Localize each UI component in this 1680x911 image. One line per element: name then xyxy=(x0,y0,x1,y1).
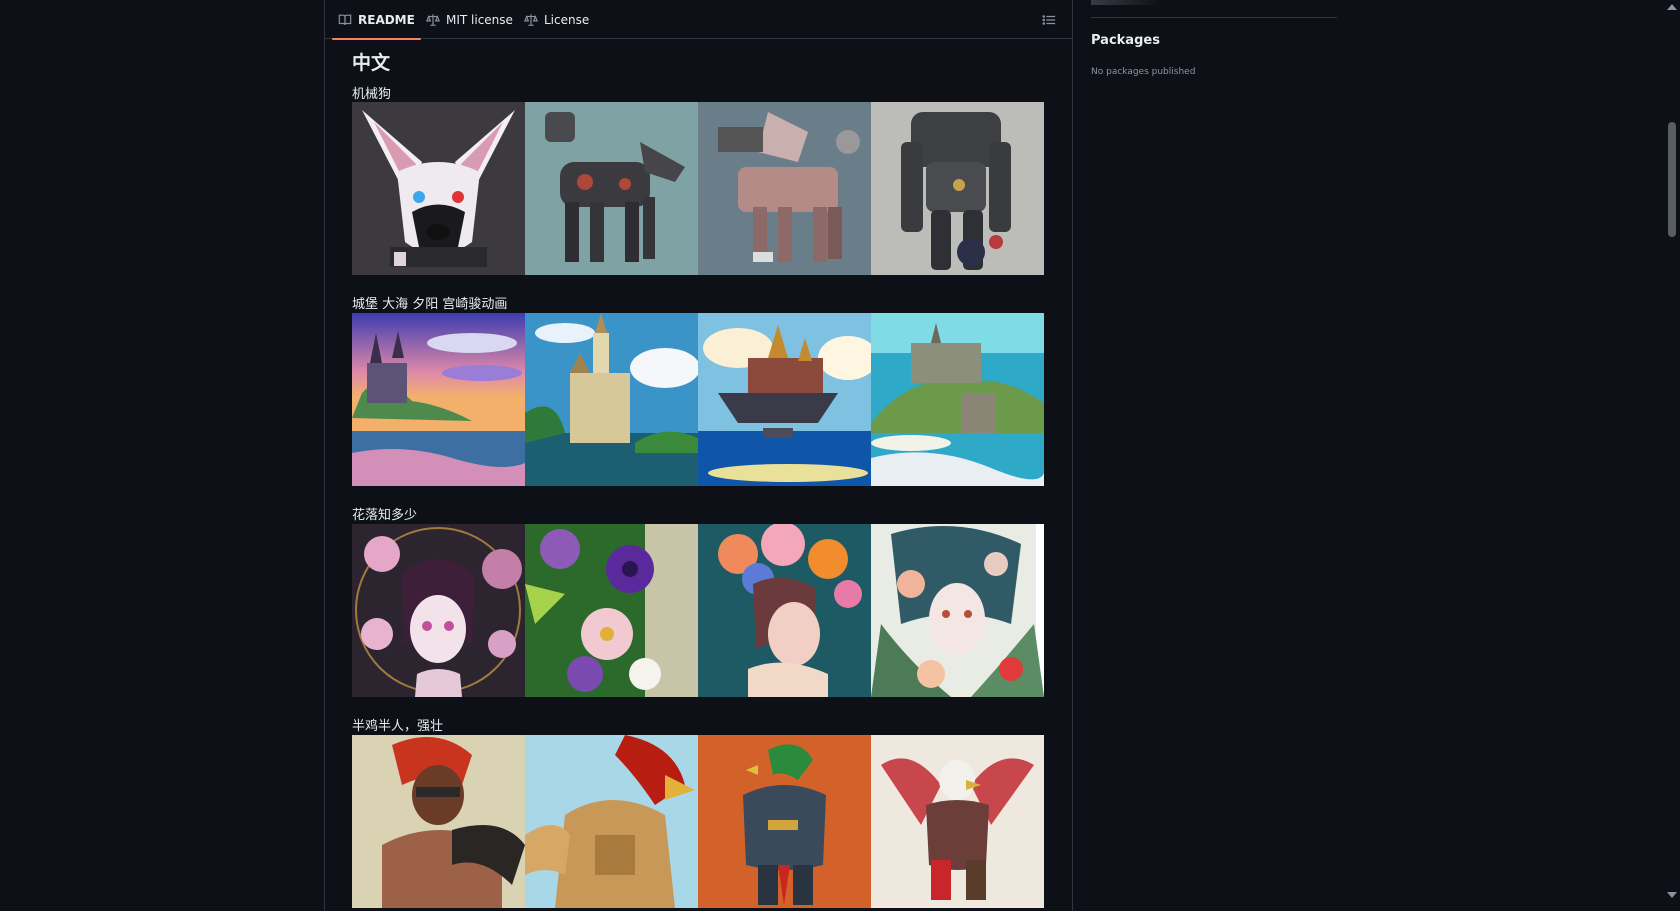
tab-license-label: License xyxy=(544,12,590,27)
table-of-contents-button[interactable] xyxy=(1042,12,1056,26)
flower-bouquet-image[interactable] xyxy=(525,524,698,697)
image-row-castle xyxy=(352,313,1044,486)
robot-dog-face-image[interactable] xyxy=(352,102,525,275)
repo-sidebar: Packages No packages published xyxy=(1091,0,1337,911)
page-scrollbar[interactable] xyxy=(1663,0,1680,911)
sidebar-divider xyxy=(1091,17,1337,18)
image-row-chicken xyxy=(352,735,1044,908)
tab-readme[interactable]: README xyxy=(332,0,421,40)
scroll-thumb[interactable] xyxy=(1668,122,1676,237)
sidebar-truncated-text xyxy=(1091,0,1161,5)
tab-license[interactable]: License xyxy=(524,0,589,39)
castle-sea-image[interactable] xyxy=(525,313,698,486)
tab-mit-license-label: MIT license xyxy=(446,12,513,27)
law-icon xyxy=(426,13,440,26)
readme-heading: 中文 xyxy=(352,52,391,74)
scroll-down-arrow-icon[interactable] xyxy=(1667,892,1677,898)
castle-sunset-image[interactable] xyxy=(352,313,525,486)
flower-girl-teal-image[interactable] xyxy=(871,524,1044,697)
flower-girl-purple-image[interactable] xyxy=(352,524,525,697)
law-icon xyxy=(524,13,538,26)
chicken-warrior-4-image[interactable] xyxy=(871,735,1044,908)
list-unordered-icon xyxy=(1042,15,1056,25)
readme-tabbar: README MIT license License xyxy=(325,0,1072,40)
robot-dog-standing-image[interactable] xyxy=(871,102,1044,275)
castle-cliff-image[interactable] xyxy=(698,313,871,486)
chicken-warrior-3-image[interactable] xyxy=(698,735,871,908)
flower-girl-orange-image[interactable] xyxy=(698,524,871,697)
section-label-chicken: 半鸡半人，强壮 xyxy=(352,719,444,734)
castle-coast-image[interactable] xyxy=(871,313,1044,486)
tab-readme-label: README xyxy=(358,12,415,27)
tab-mit-license[interactable]: MIT license xyxy=(426,0,513,39)
chicken-warrior-1-image[interactable] xyxy=(352,735,525,908)
image-row-robot-dog xyxy=(352,102,1044,275)
packages-empty-text: No packages published xyxy=(1091,67,1196,77)
section-label-robot-dog: 机械狗 xyxy=(352,87,392,102)
readme-panel: README MIT license License 中文 机械狗 城堡 大海 xyxy=(324,0,1073,911)
section-label-castle: 城堡 大海 夕阳 宫崎骏动画 xyxy=(352,297,508,312)
scroll-up-arrow-icon[interactable] xyxy=(1667,4,1677,10)
packages-heading[interactable]: Packages xyxy=(1091,33,1160,48)
book-icon xyxy=(338,14,352,25)
image-row-flowers xyxy=(352,524,1044,697)
robot-dog-side-image[interactable] xyxy=(525,102,698,275)
chicken-warrior-2-image[interactable] xyxy=(525,735,698,908)
section-label-flowers: 花落知多少 xyxy=(352,508,418,523)
robot-dog-pink-image[interactable] xyxy=(698,102,871,275)
